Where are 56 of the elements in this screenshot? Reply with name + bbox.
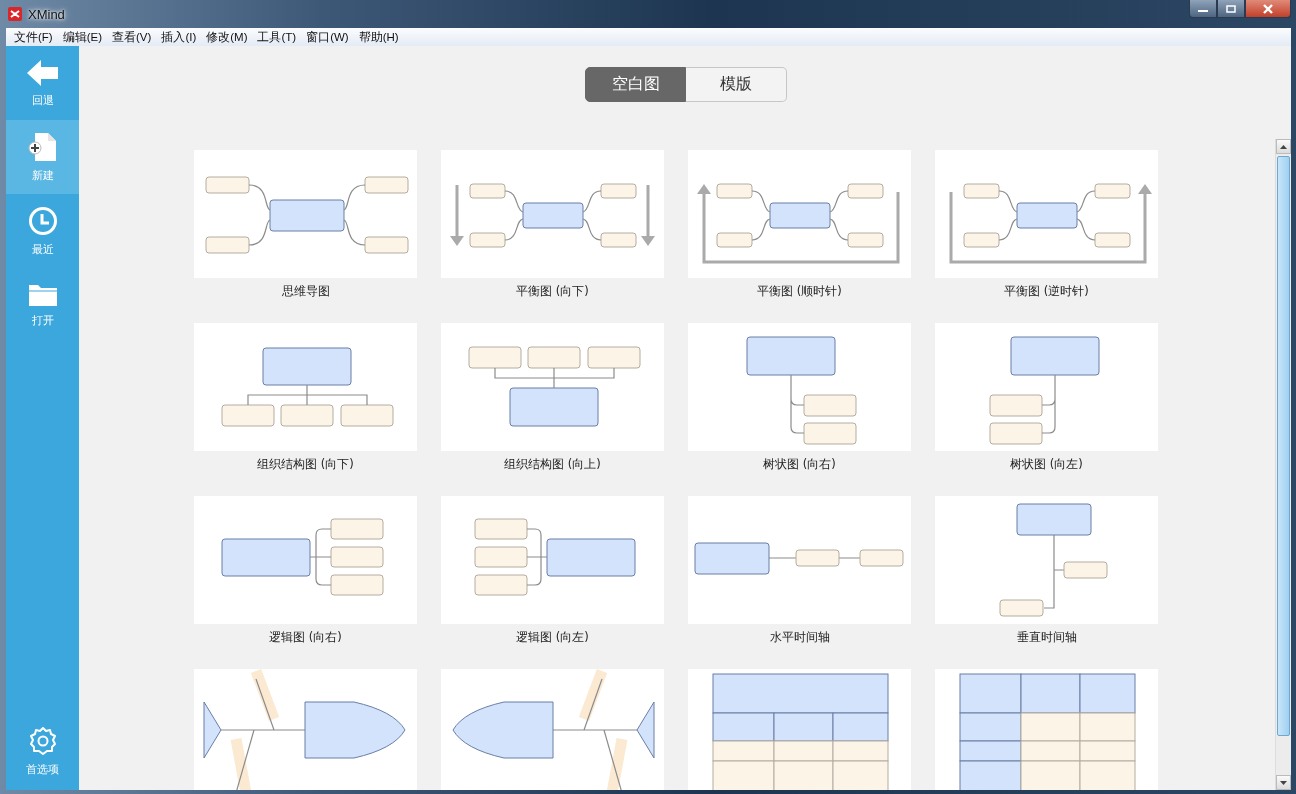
- clock-icon: [27, 205, 58, 236]
- menu-item[interactable]: 工具(T): [252, 29, 302, 45]
- fishbone-thumbnail[interactable]: [441, 669, 664, 790]
- template-label: 平衡图 (逆时针): [1004, 284, 1089, 299]
- app-logo-icon: [8, 7, 22, 21]
- balance-map-thumbnail[interactable]: [935, 150, 1158, 278]
- menu-item[interactable]: 插入(I): [156, 29, 202, 45]
- scroll-thumb[interactable]: [1277, 156, 1290, 736]
- template-label: 逻辑图 (向右): [269, 630, 342, 645]
- tab[interactable]: 空白图: [585, 67, 686, 102]
- scroll-down-button[interactable]: [1276, 775, 1291, 790]
- menu-item[interactable]: 帮助(H): [353, 29, 404, 45]
- template-label: 思维导图: [281, 284, 330, 299]
- balance-map-thumbnail[interactable]: [688, 150, 911, 278]
- template-label: 树状图 (向右): [763, 457, 836, 472]
- org-structure-thumbnail[interactable]: [194, 323, 417, 451]
- template-label: 组织结构图 (向上): [504, 457, 601, 472]
- down-arrow-icon: [1280, 780, 1287, 785]
- org-structure-thumbnail[interactable]: [441, 323, 664, 451]
- logic-map-thumbnail[interactable]: [194, 496, 417, 624]
- logic-map-thumbnail[interactable]: [441, 496, 664, 624]
- template-label: 垂直时间轴: [1016, 630, 1077, 645]
- folder-icon: [27, 282, 58, 307]
- template-label: 逻辑图 (向左): [516, 630, 589, 645]
- matrix-thumbnail[interactable]: [688, 669, 911, 790]
- template-label: 组织结构图 (向下): [257, 457, 354, 472]
- mind-map-thumbnail[interactable]: [194, 150, 417, 278]
- menu-item[interactable]: 修改(M): [201, 29, 253, 45]
- timeline-thumbnail[interactable]: [688, 496, 911, 624]
- tab[interactable]: 模版: [686, 67, 787, 102]
- up-arrow-icon: [1280, 144, 1287, 149]
- template-label: 平衡图 (向下): [516, 284, 589, 299]
- menu-item[interactable]: 编辑(E): [57, 29, 108, 45]
- back-arrow-icon: [26, 58, 59, 87]
- fishbone-thumbnail[interactable]: [194, 669, 417, 790]
- tree-map-thumbnail[interactable]: [688, 323, 911, 451]
- tree-map-thumbnail[interactable]: [935, 323, 1158, 451]
- close-icon: [1261, 3, 1275, 14]
- scrollbar[interactable]: [1275, 139, 1291, 790]
- template-label: 树状图 (向左): [1010, 457, 1083, 472]
- template-label: 水平时间轴: [769, 630, 830, 645]
- window-title: XMind: [28, 6, 65, 22]
- minimize-button[interactable]: [1189, 0, 1217, 18]
- matrix-thumbnail[interactable]: [935, 669, 1158, 790]
- maximize-icon: [1225, 4, 1237, 13]
- menu-item[interactable]: 文件(F): [9, 29, 58, 45]
- menu-item[interactable]: 窗口(W): [301, 29, 354, 45]
- maximize-button[interactable]: [1217, 0, 1245, 18]
- balance-map-thumbnail[interactable]: [441, 150, 664, 278]
- settings-icon: [27, 725, 58, 756]
- close-button[interactable]: [1245, 0, 1291, 18]
- template-label: 平衡图 (顺时针): [757, 284, 842, 299]
- timeline-thumbnail[interactable]: [935, 496, 1158, 624]
- new-document-icon: [26, 131, 59, 162]
- scroll-up-button[interactable]: [1276, 139, 1291, 154]
- menu-item[interactable]: 查看(V): [107, 29, 157, 45]
